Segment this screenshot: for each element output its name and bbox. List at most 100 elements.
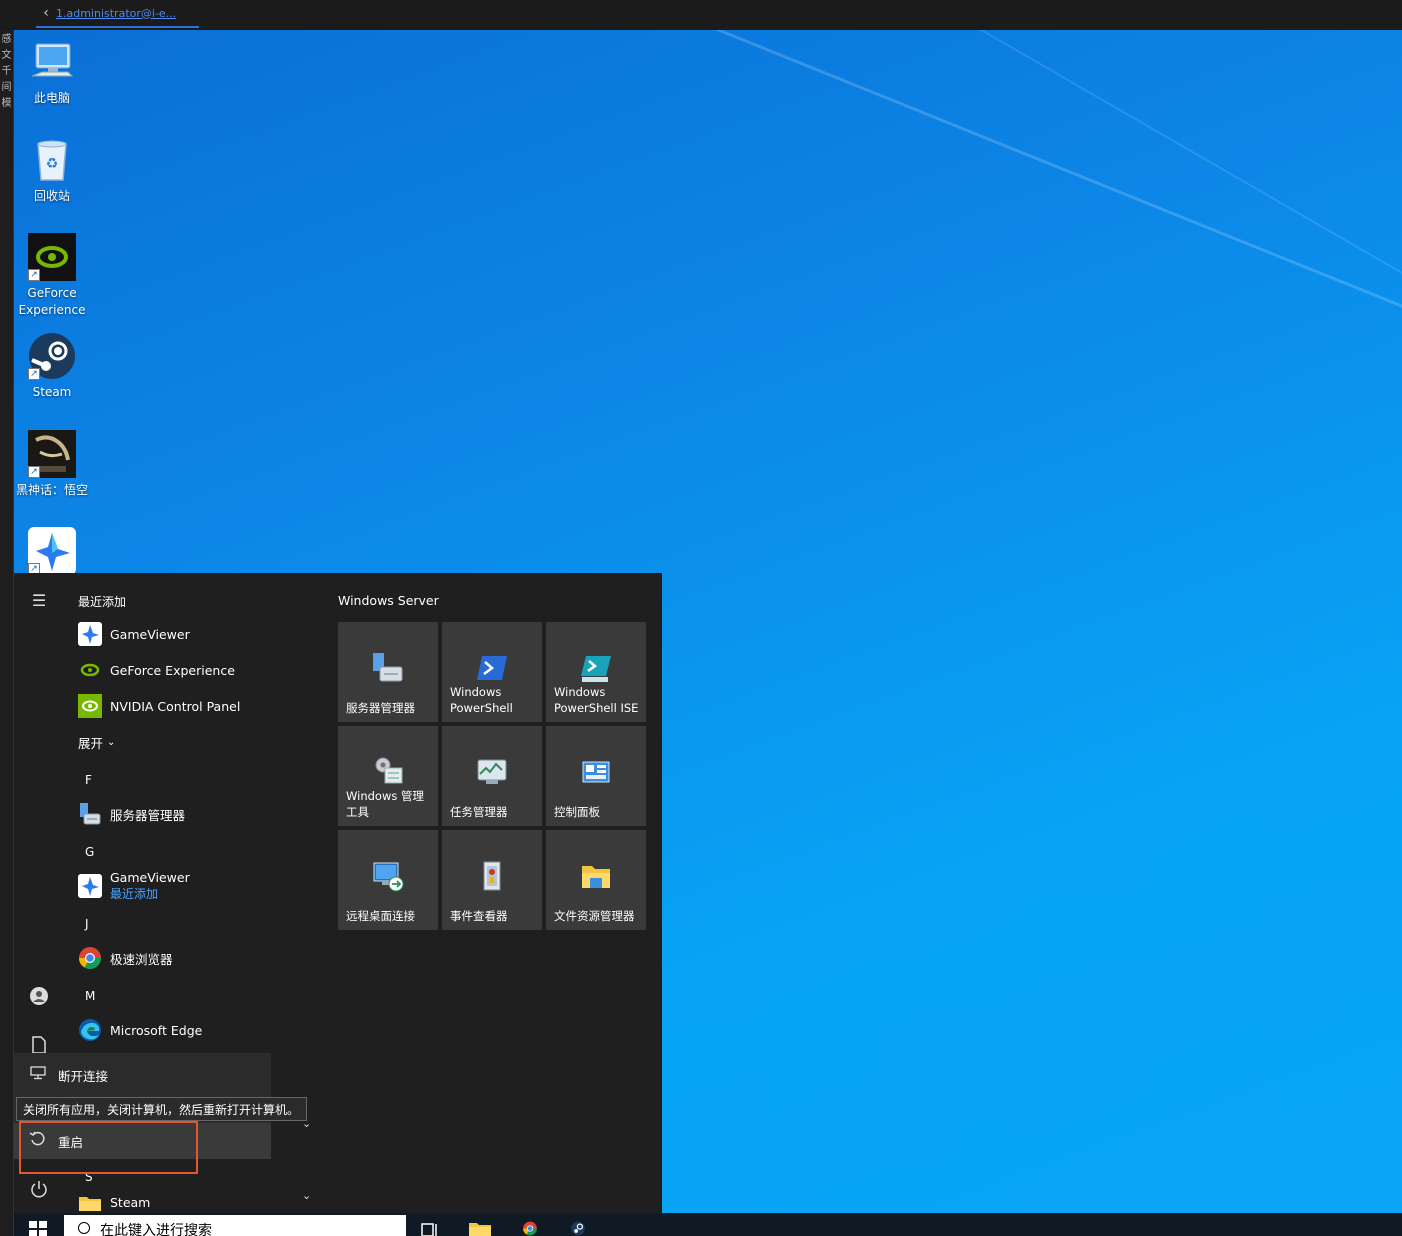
letter-header-j[interactable]: J bbox=[85, 917, 89, 931]
chrome-browser-icon bbox=[78, 946, 102, 970]
wallpaper-light-beam bbox=[913, 30, 1402, 392]
nvidia-icon: ↗ bbox=[28, 233, 76, 281]
remote-session-bar: ‹ 1.administrator@i-e... bbox=[0, 0, 1402, 30]
power-icon[interactable] bbox=[24, 1174, 54, 1204]
server-manager-icon bbox=[372, 652, 404, 684]
remote-desktop-icon bbox=[372, 860, 404, 892]
chevron-down-icon: ⌄ bbox=[107, 736, 116, 748]
task-manager-icon bbox=[476, 756, 508, 788]
app-item-gameviewer[interactable]: GameViewer bbox=[78, 618, 318, 650]
app-name: GameViewer bbox=[110, 626, 190, 642]
app-name: NVIDIA Control Panel bbox=[110, 698, 241, 714]
app-name: 极速浏览器 bbox=[110, 951, 173, 967]
tile-label: 文件资源管理器 bbox=[554, 909, 635, 923]
tile-windows-admin-tools[interactable]: Windows 管理工具 bbox=[338, 726, 438, 826]
desktop-icon-label: GeForce Experience bbox=[18, 286, 86, 317]
app-item-geforce-experience[interactable]: GeForce Experience bbox=[78, 654, 318, 686]
annotation-highlight-box bbox=[19, 1121, 198, 1174]
app-name: GameViewer bbox=[110, 870, 190, 885]
edge-icon bbox=[78, 1018, 102, 1042]
letter-header-f[interactable]: F bbox=[85, 773, 92, 787]
side-strip-char: 感 bbox=[1, 34, 12, 45]
tile-windows-powershell-ise[interactable]: Windows PowerShell ISE bbox=[546, 622, 646, 722]
svg-text:♻: ♻ bbox=[46, 156, 59, 172]
steam-icon[interactable] bbox=[566, 1221, 590, 1236]
recycle-bin-icon: ♻ bbox=[28, 136, 76, 184]
tile-label: 控制面板 bbox=[554, 805, 600, 819]
powershell-icon bbox=[476, 652, 508, 684]
file-explorer-icon bbox=[580, 860, 612, 892]
letter-header-g[interactable]: G bbox=[85, 845, 94, 859]
chevron-left-icon[interactable]: ‹ bbox=[36, 5, 56, 21]
desktop-icon-recycle-bin[interactable]: ♻ 回收站 bbox=[14, 136, 90, 205]
search-icon bbox=[78, 1222, 90, 1234]
app-name: 服务器管理器 bbox=[110, 807, 186, 823]
tile-label: 事件查看器 bbox=[450, 909, 508, 923]
app-name: GeForce Experience bbox=[110, 662, 235, 678]
tile-control-panel[interactable]: 控制面板 bbox=[546, 726, 646, 826]
desktop-icon-label: 黑神话：悟空 bbox=[15, 483, 88, 497]
tile-label: Windows PowerShell bbox=[450, 685, 513, 715]
app-item-gameviewer-all[interactable]: GameViewer 最近添加 bbox=[78, 869, 318, 903]
tile-windows-powershell[interactable]: Windows PowerShell bbox=[442, 622, 542, 722]
tile-task-manager[interactable]: 任务管理器 bbox=[442, 726, 542, 826]
tile-remote-desktop[interactable]: 远程桌面连接 bbox=[338, 830, 438, 930]
desktop-icon-this-pc[interactable]: 此电脑 bbox=[14, 38, 90, 107]
taskbar-search-box[interactable]: 在此键入进行搜索 bbox=[64, 1215, 406, 1236]
windows-start-icon[interactable] bbox=[28, 1219, 48, 1236]
admin-tools-icon bbox=[372, 754, 404, 786]
chrome-browser-icon[interactable] bbox=[518, 1221, 542, 1236]
disconnect-label: 断开连接 bbox=[58, 1068, 109, 1084]
tile-server-manager[interactable]: 服务器管理器 bbox=[338, 622, 438, 722]
app-name: Steam bbox=[110, 1194, 151, 1210]
desktop-icon-label: 回收站 bbox=[33, 189, 70, 203]
disconnect-button[interactable]: 断开连接 bbox=[14, 1057, 271, 1093]
app-item-speed-browser[interactable]: 极速浏览器 bbox=[78, 942, 318, 974]
file-explorer-icon[interactable] bbox=[468, 1221, 492, 1236]
powershell-ise-icon bbox=[580, 652, 612, 684]
side-panel-strip: 应 系 感 文 千 间 模 bbox=[0, 0, 14, 1236]
session-title[interactable]: 1.administrator@i-e... bbox=[56, 7, 176, 20]
app-item-steam-folder[interactable]: Steam bbox=[78, 1186, 318, 1213]
wallpaper-light-beam bbox=[572, 30, 1402, 385]
desktop-icon-gameviewer[interactable]: ↗ bbox=[14, 527, 90, 575]
side-strip-char: 千 bbox=[1, 66, 12, 77]
task-view-icon[interactable] bbox=[420, 1221, 444, 1236]
shortcut-arrow-icon: ↗ bbox=[28, 269, 40, 281]
gameviewer-icon bbox=[78, 622, 102, 646]
tile-label: 服务器管理器 bbox=[346, 701, 415, 715]
server-manager-icon bbox=[78, 802, 102, 826]
desktop-icon-black-myth-wukong[interactable]: ↗ 黑神话：悟空 bbox=[14, 430, 90, 499]
shortcut-arrow-icon: ↗ bbox=[28, 466, 40, 478]
tile-file-explorer[interactable]: 文件资源管理器 bbox=[546, 830, 646, 930]
hamburger-menu-icon[interactable]: ☰ bbox=[24, 585, 54, 615]
recently-added-badge: 最近添加 bbox=[110, 887, 159, 901]
session-tab[interactable]: ‹ 1.administrator@i-e... bbox=[36, 0, 199, 28]
tile-label: Windows 管理工具 bbox=[346, 789, 424, 819]
computer-icon bbox=[28, 38, 76, 86]
desktop-icon-label: 此电脑 bbox=[33, 91, 70, 105]
recently-added-header: 最近添加 bbox=[78, 595, 127, 609]
side-strip-char: 模 bbox=[1, 98, 12, 109]
desktop-icon-geforce-experience[interactable]: ↗ GeForce Experience bbox=[14, 233, 90, 319]
expand-button[interactable]: 展开 ⌄ bbox=[78, 726, 318, 758]
side-strip-char: 间 bbox=[1, 82, 12, 93]
tile-event-viewer[interactable]: 事件查看器 bbox=[442, 830, 542, 930]
app-item-nvidia-control-panel[interactable]: NVIDIA Control Panel bbox=[78, 690, 318, 722]
app-item-microsoft-edge[interactable]: Microsoft Edge bbox=[78, 1014, 318, 1046]
tile-group-header: Windows Server bbox=[338, 593, 439, 608]
user-account-icon[interactable] bbox=[24, 981, 54, 1011]
letter-header-m[interactable]: M bbox=[85, 989, 95, 1003]
desktop-icon-label: Steam bbox=[32, 385, 72, 399]
expand-label: 展开 bbox=[78, 735, 104, 751]
event-viewer-icon bbox=[476, 860, 508, 892]
disconnect-icon bbox=[28, 1066, 48, 1084]
app-name: Microsoft Edge bbox=[110, 1022, 203, 1038]
tile-label: Windows PowerShell ISE bbox=[554, 685, 639, 715]
gameviewer-icon: ↗ bbox=[28, 527, 76, 575]
desktop-icon-steam[interactable]: ↗ Steam bbox=[14, 332, 90, 401]
chevron-down-icon[interactable]: ⌄ bbox=[302, 1189, 311, 1202]
nvidia-icon bbox=[78, 658, 102, 682]
search-placeholder: 在此键入进行搜索 bbox=[100, 1223, 212, 1236]
app-item-server-manager[interactable]: 服务器管理器 bbox=[78, 798, 318, 830]
